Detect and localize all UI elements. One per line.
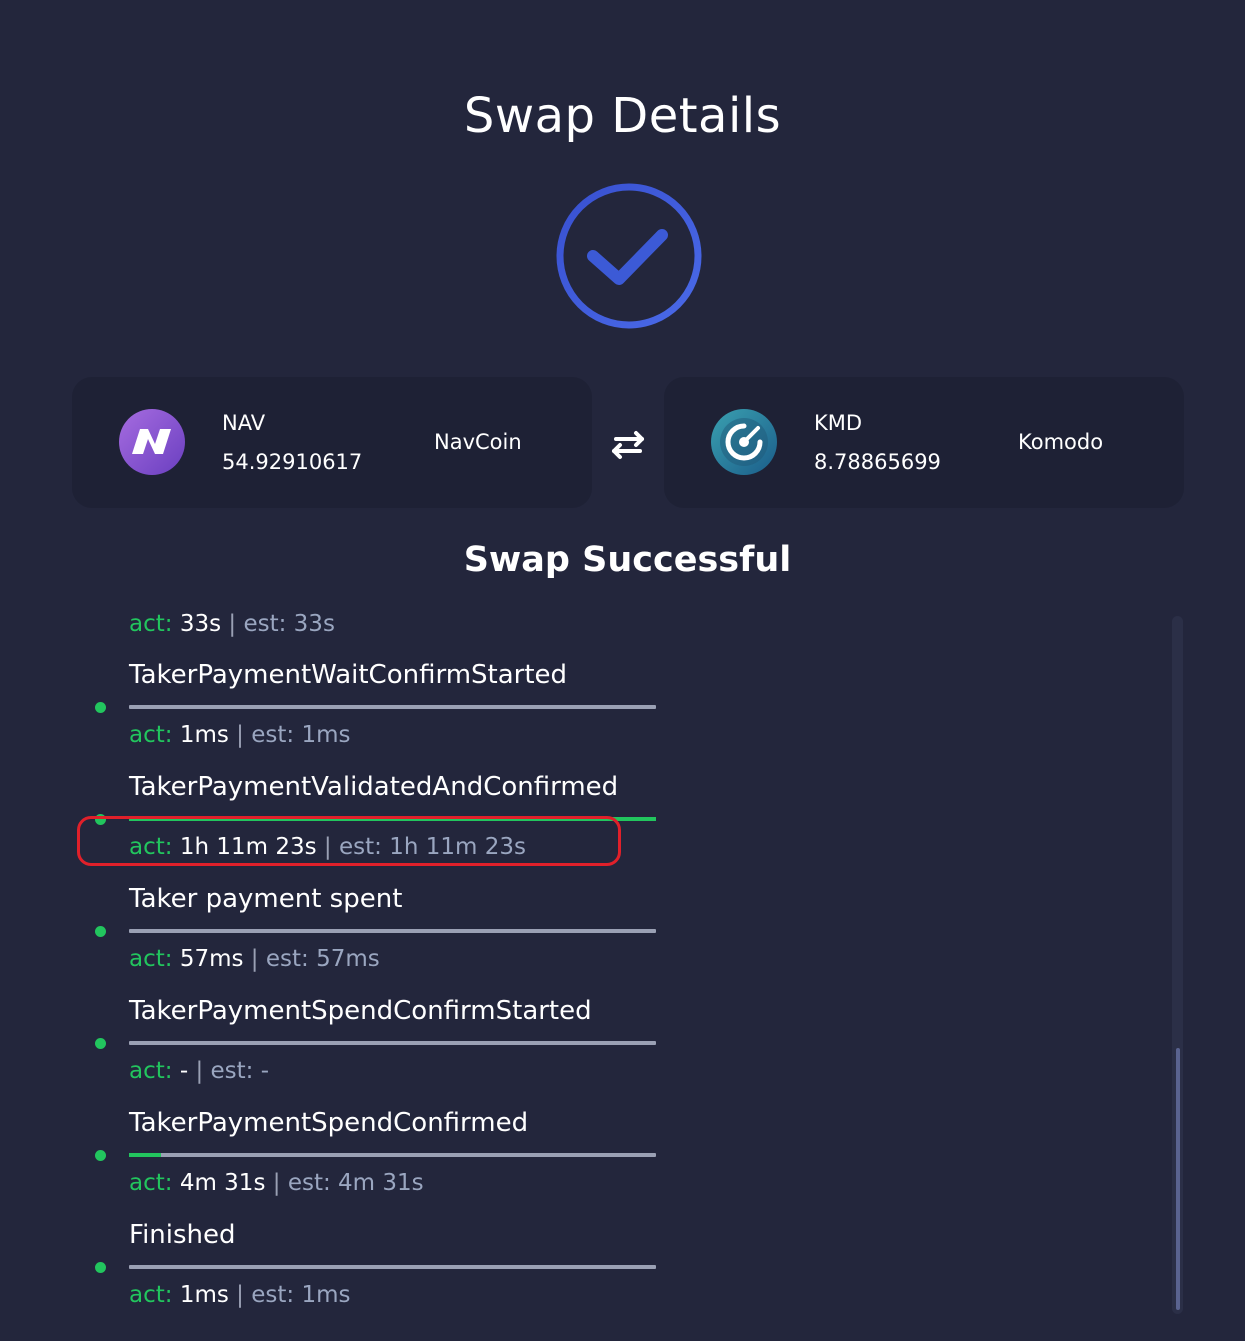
- event-name: TakerPaymentWaitConfirmStarted: [129, 660, 568, 690]
- event-status-dot: [95, 926, 106, 937]
- event-timing: act: 1ms | est: 1ms: [129, 722, 351, 748]
- event-status-dot: [95, 1150, 106, 1161]
- event-name: Finished: [129, 1220, 236, 1250]
- to-amount: 8.78865699: [814, 450, 941, 474]
- event-name: TakerPaymentSpendConfirmStarted: [129, 996, 592, 1026]
- event-progress-bar: [129, 1041, 656, 1045]
- event-act-value: 4m 31s: [179, 1170, 266, 1196]
- swap-to-card: KMD 8.78865699 Komodo: [664, 377, 1184, 508]
- from-amount: 54.92910617: [222, 450, 363, 474]
- event-est-value: 1ms: [301, 722, 351, 748]
- komodo-logo-icon: [711, 409, 777, 475]
- swap-from-card: NAV 54.92910617 NavCoin: [72, 377, 592, 508]
- event-name: Taker payment spent: [129, 884, 403, 914]
- event-est-value: 57ms: [316, 946, 380, 972]
- event-timing: act: 1ms | est: 1ms: [129, 1282, 351, 1308]
- navcoin-logo-icon: [119, 409, 185, 475]
- event-act-value: 1ms: [179, 722, 229, 748]
- from-coin-name: NavCoin: [434, 430, 522, 454]
- check-circle-icon: [556, 183, 702, 329]
- event-status-dot: [95, 702, 106, 713]
- event-est-value: -: [260, 1058, 270, 1084]
- event-timing: act: - | est: -: [129, 1058, 270, 1084]
- event-progress-fill: [129, 1153, 161, 1157]
- to-ticker: KMD: [814, 411, 863, 435]
- event-act-value: 1ms: [179, 1282, 229, 1308]
- event-name: TakerPaymentValidatedAndConfirmed: [129, 772, 619, 802]
- swap-events-timeline[interactable]: act: 33s | est: 33s TakerPaymentWaitConf…: [0, 600, 1245, 1341]
- event-progress-bar: [129, 705, 656, 709]
- first-timing: act: 33s | est: 33s: [129, 611, 335, 637]
- event-name: TakerPaymentSpendConfirmed: [129, 1108, 529, 1138]
- event-est-value: 1ms: [301, 1282, 351, 1308]
- first-act-value: 33s: [179, 611, 222, 637]
- scrollbar-thumb[interactable]: [1176, 1048, 1180, 1310]
- event-act-value: -: [179, 1058, 189, 1084]
- event-progress-bar: [129, 929, 656, 933]
- event-status-dot: [95, 1262, 106, 1273]
- page-title: Swap Details: [463, 88, 782, 144]
- event-est-value: 4m 31s: [338, 1170, 424, 1196]
- event-progress-bar: [129, 1265, 656, 1269]
- event-timing: act: 57ms | est: 57ms: [129, 946, 380, 972]
- first-est-value: 33s: [293, 611, 335, 637]
- from-ticker: NAV: [222, 411, 266, 435]
- event-timing: act: 4m 31s | est: 4m 31s: [129, 1170, 424, 1196]
- event-act-value: 57ms: [179, 946, 244, 972]
- event-status-dot: [95, 1038, 106, 1049]
- swap-status-heading: Swap Successful: [463, 540, 792, 580]
- swap-arrows-icon: [612, 431, 644, 459]
- event-progress-bar: [129, 1153, 656, 1157]
- to-coin-name: Komodo: [1018, 430, 1104, 454]
- highlight-annotation: [77, 816, 621, 866]
